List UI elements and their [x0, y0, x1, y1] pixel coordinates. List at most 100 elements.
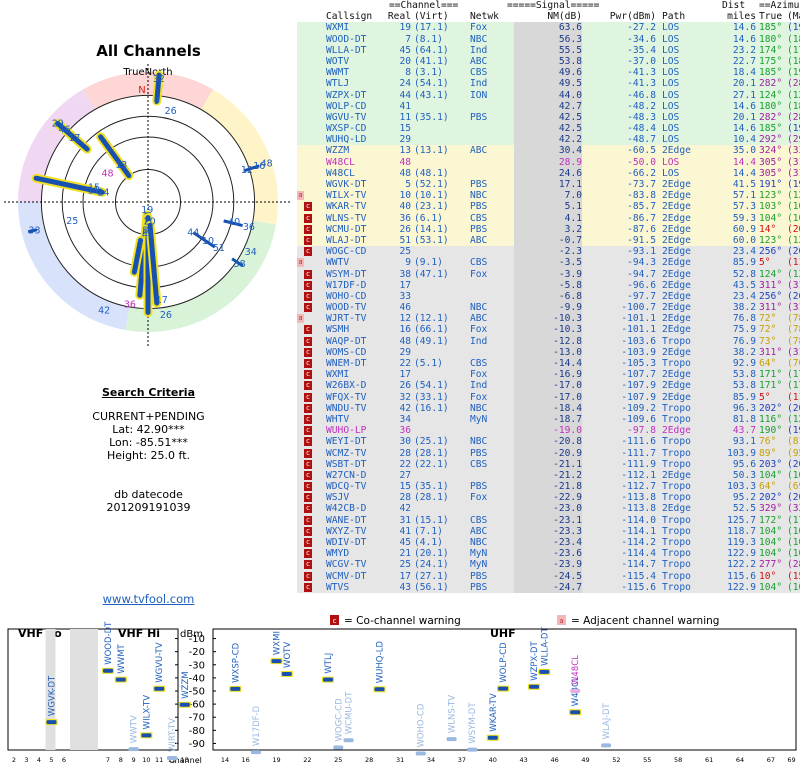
cell-callsign[interactable]: WOGC-CD [326, 246, 366, 257]
cell-callsign[interactable]: WLLA-DT [326, 45, 366, 56]
table-row[interactable]: W48CL 48 28.9 -50.0 LOS 14.4305° (311°) [297, 156, 800, 168]
table-row[interactable]: c WXYZ-TV 41 (7.1) ABC -23.3 -114.1 Tropo 118.7 1… [297, 525, 800, 537]
cell-callsign[interactable]: WOOD-DT [326, 34, 366, 45]
cell-callsign[interactable]: WCMU-DT [326, 224, 366, 235]
table-row[interactable]: c WUHO-LP 36 -19.0 -97.8 2Edge 43.7190° (195°) [297, 425, 800, 437]
cell-callsign[interactable]: WTLJ [326, 78, 349, 89]
cell-callsign[interactable]: WGVU-TV [326, 112, 366, 123]
cell-callsign[interactable]: WOTV [326, 56, 349, 67]
table-row[interactable]: c WCMU-DT 26 (14.1) PBS 3.2 -87.6 2Edge 60.9 14° (… [297, 223, 800, 235]
cell-callsign[interactable]: WNEM-DT [326, 358, 366, 369]
table-row[interactable]: WGVU-TV 11 (35.1) PBS 42.5 -48.3 LOS 20.1 282° (2… [297, 111, 800, 124]
table-row[interactable]: c WDIV-DT 45 (4.1) NBC -23.4 -114.2 Tropo 119.3 1… [297, 537, 800, 549]
table-row[interactable]: c WDCQ-TV 15 (35.1) PBS -21.8 -112.7 Tropo 103.3… [297, 481, 800, 493]
cell-callsign[interactable]: WNDU-TV [326, 403, 366, 414]
cell-callsign[interactable]: WXYZ-TV [326, 526, 366, 537]
cell-callsign[interactable]: WXMI [326, 22, 349, 33]
table-row[interactable]: c WSJV 28 (28.1) Fox -22.9 -113.8 Tropo 95.2 202°… [297, 492, 800, 504]
table-row[interactable]: c WOHO-CD 33 -6.8 -97.7 2Edge 23.4256° (262°) [297, 290, 800, 303]
table-row[interactable]: c WSBT-DT 22 (22.1) CBS -21.1 -111.9 Tropo 95.6 2… [297, 458, 800, 470]
table-row[interactable]: WOOD-DT 7(8.1) NBC 56.3 -34.6 LOS 14.6180° (186… [297, 33, 800, 45]
cell-callsign[interactable]: WLAJ-DT [326, 235, 366, 246]
table-row[interactable]: WUHQ-LD 29 42.2 -48.7 LOS 10.4292° (297°) [297, 134, 800, 146]
table-row[interactable]: c WANE-DT 31 (15.1) CBS -23.1 -114.0 Tropo 125.7… [297, 514, 800, 526]
cell-callsign[interactable]: WUHO-LP [326, 425, 366, 436]
cell-callsign[interactable]: WSMH [326, 324, 349, 335]
cell-callsign[interactable]: WILX-TV [326, 190, 366, 201]
table-row[interactable]: WTLJ 24(54.1) Ind 49.5 -41.3 LOS 20.1282° (287°… [297, 78, 800, 90]
table-row[interactable]: c WCMV-DT 17 (27.1) PBS -24.5 -115.4 Tropo 115.6… [297, 570, 800, 582]
cell-callsign[interactable]: WXMI [326, 369, 349, 380]
cell-callsign[interactable]: WWTV [326, 257, 349, 268]
table-row[interactable]: c W26BX-D 26 (54.1) Ind -17.0 -107.9 2Edge 53.8 1… [297, 380, 800, 392]
table-row[interactable]: c WOMS-CD 29 -13.0 -103.9 2Edge 38.2311° (317°) [297, 346, 800, 358]
table-row[interactable]: c WOOD-TV 46 NBC -9.9 -100.7 2Edge 38.2311° (317… [297, 302, 800, 314]
cell-callsign[interactable]: WFQX-TV [326, 392, 366, 403]
cell-callsign[interactable]: WOMS-CD [326, 347, 366, 358]
table-row[interactable]: WZZM 13(13.1) ABC 30.4 -60.5 2Edge 35.0324° (33… [297, 145, 800, 157]
cell-callsign[interactable]: WSYM-DT [326, 269, 366, 280]
cell-callsign[interactable]: WOLP-CD [326, 101, 366, 112]
cell-callsign[interactable]: WJRT-TV [326, 313, 366, 324]
cell-callsign[interactable]: WAQP-DT [326, 336, 366, 347]
table-row[interactable]: c W27CN-D 27 -21.2 -112.1 2Edge 50.3104° (109°) [297, 469, 800, 482]
cell-callsign[interactable]: WDCQ-TV [326, 481, 366, 492]
table-row[interactable]: c W42CB-D 42 -23.0 -113.8 2Edge 52.5329° (335°) [297, 503, 800, 515]
table-row[interactable]: c WEYI-DT 30 (25.1) NBC -20.8 -111.6 Tropo 93.1 7… [297, 436, 800, 448]
table-row[interactable]: c WOGC-CD 25 -2.3 -93.1 2Edge 23.4256° (262°) [297, 246, 800, 258]
table-row[interactable]: c WSMH 16 (66.1) Fox -10.3 -101.1 2Edge 75.9 72° (… [297, 324, 800, 336]
cell-callsign[interactable]: WWMT [326, 67, 349, 78]
table-row[interactable]: c WHTV 34 MyN -18.7 -109.6 Tropo 81.8116° (121°) [297, 413, 800, 426]
table-row[interactable]: WXSP-CD 15 42.5 -48.4 LOS 14.6185° (191°) [297, 123, 800, 135]
table-row[interactable]: c WSYM-DT 38 (47.1) Fox -3.9 -94.7 2Edge 52.8 124… [297, 268, 800, 280]
table-row[interactable]: c WTVS 43 (56.1) PBS -24.7 -115.6 Tropo 122.9 104… [297, 581, 800, 593]
cell-callsign[interactable]: WEYI-DT [326, 436, 366, 447]
table-row[interactable]: a WILX-TV 10 (10.1) NBC 7.0 -83.8 2Edge 57.1 123°… [297, 190, 800, 202]
cell-callsign[interactable]: WMYD [326, 548, 349, 559]
cell-callsign[interactable]: W27CN-D [326, 470, 366, 481]
table-row[interactable]: c WNDU-TV 42 (16.1) NBC -18.4 -109.2 Tropo 96.3 2… [297, 402, 800, 414]
cell-callsign[interactable]: W48CL [326, 157, 355, 168]
cell-callsign[interactable]: WGVK-DT [326, 179, 366, 190]
table-row[interactable]: a WJRT-TV 12 (12.1) ABC -10.3 -101.1 2Edge 76.8 7… [297, 313, 800, 325]
table-row[interactable]: WOLP-CD 41 42.7 -48.2 LOS 14.6180° (186°) [297, 100, 800, 112]
cell-callsign[interactable]: WDIV-DT [326, 537, 366, 548]
table-row[interactable]: WZPX-DT 44 (43.1) ION 44.0 -46.8 LOS 27.1 124° (1… [297, 89, 800, 101]
cell-callsign[interactable]: WCMZ-TV [326, 448, 366, 459]
table-row[interactable]: c WNEM-DT 22 (5.1) CBS -14.4 -105.3 Tropo 92.9 64… [297, 358, 800, 370]
cell-callsign[interactable]: WANE-DT [326, 515, 366, 526]
table-row[interactable]: c WFQX-TV 32 (33.1) Fox -17.0 -107.9 2Edge 85.9 5… [297, 391, 800, 403]
cell-callsign[interactable]: WKAR-TV [326, 201, 366, 212]
cell-callsign[interactable]: WOOD-TV [326, 302, 366, 313]
cell-callsign[interactable]: W42CB-D [326, 503, 366, 514]
table-row[interactable]: a WWTV 9(9.1) CBS -3.5 -94.3 2Edge 85.95° (11°) [297, 257, 800, 269]
cell-callsign[interactable]: WZZM [326, 145, 349, 156]
table-row[interactable]: c WMYD 21 (20.1) MyN -23.6 -114.4 Tropo 122.9 104… [297, 548, 800, 560]
cell-callsign[interactable]: W17DF-D [326, 280, 366, 291]
cell-callsign[interactable]: WHTV [326, 414, 349, 425]
cell-callsign[interactable]: WOHO-CD [326, 291, 366, 302]
table-row[interactable]: WGVK-DT 5 (52.1) PBS 17.1 -73.7 2Edge 41.5 191° (… [297, 179, 800, 191]
cell-callsign[interactable]: WCGV-TV [326, 559, 366, 570]
table-row[interactable]: c WXMI 17 Fox -16.9 -107.7 2Edge 53.8171° (176°) [297, 369, 800, 381]
table-row[interactable]: WLLA-DT 45 (64.1) Ind 55.5 -35.4 LOS 23.2 174° (1… [297, 44, 800, 56]
table-row[interactable]: WWMT 8(3.1) CBS 49.6 -41.3 LOS 18.4185° (190°) [297, 67, 800, 79]
cell-callsign[interactable]: WSBT-DT [326, 459, 366, 470]
cell-callsign[interactable]: WUHQ-LD [326, 134, 366, 145]
table-row[interactable]: WOTV 20(41.1) ABC 53.8 -37.0 LOS 22.7175° (181°… [297, 55, 800, 68]
table-row[interactable]: WXMI 19(17.1) Fox 63.6 -27.2 LOS 14.6185° (191°… [297, 22, 800, 34]
tvfool-link[interactable]: www.tvfool.com [0, 592, 297, 606]
cell-callsign[interactable]: WZPX-DT [326, 90, 366, 101]
table-row[interactable]: c WAQP-DT 48 (49.1) Ind -12.8 -103.6 Tropo 76.9 7… [297, 335, 800, 347]
table-row[interactable]: c WLNS-TV 36 (6.1) CBS 4.1 -86.7 2Edge 59.3 104° (… [297, 212, 800, 224]
cell-callsign[interactable]: WXSP-CD [326, 123, 366, 134]
table-row[interactable]: c WCGV-TV 25 (24.1) MyN -23.9 -114.7 Tropo 122.2… [297, 559, 800, 571]
cell-callsign[interactable]: W48CL [326, 168, 355, 179]
cell-callsign[interactable]: WTVS [326, 582, 349, 593]
table-row[interactable]: c WKAR-TV 40 (23.1) PBS 5.1 -85.7 2Edge 57.3 103°… [297, 201, 800, 213]
cell-callsign[interactable]: WSJV [326, 492, 349, 503]
table-row[interactable]: W48CL 48(48.1) 24.6 -66.2 LOS 14.4305° (311°) [297, 167, 800, 179]
table-row[interactable]: c WLAJ-DT 51 (53.1) ABC -0.7 -91.5 2Edge 60.0 123… [297, 234, 800, 247]
cell-callsign[interactable]: WCMV-DT [326, 571, 366, 582]
table-row[interactable]: c W17DF-D 17 -5.8 -96.6 2Edge 43.5311° (317°) [297, 279, 800, 291]
